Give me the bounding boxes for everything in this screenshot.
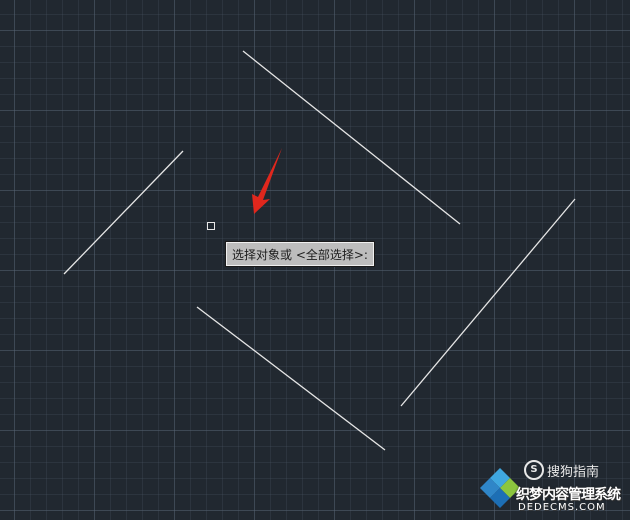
- sogou-guide-mark: S 搜狗指南: [524, 460, 599, 480]
- drawing-canvas[interactable]: 选择对象或 <全部选择>: S 搜狗指南 织梦内容管理系统 DEDECMS.CO…: [0, 0, 630, 520]
- drawing-line-left[interactable]: [63, 150, 184, 275]
- pickbox-cursor[interactable]: [207, 222, 215, 230]
- red-arrow-annotation: [252, 148, 282, 214]
- command-prompt-text: 选择对象或 <全部选择>:: [232, 247, 368, 262]
- watermark-domain: DEDECMS.COM: [518, 502, 606, 513]
- drawing-line-lower-left[interactable]: [196, 306, 386, 451]
- drawing-line-right[interactable]: [400, 198, 576, 407]
- sogou-guide-text: 搜狗指南: [547, 464, 600, 480]
- sogou-badge-icon: S: [524, 460, 544, 480]
- watermark: S 搜狗指南 织梦内容管理系统 DEDECMS.COM: [476, 458, 626, 516]
- command-prompt-tooltip: 选择对象或 <全部选择>:: [225, 241, 375, 267]
- watermark-title: 织梦内容管理系统: [516, 487, 621, 503]
- drawing-line-upper-right[interactable]: [242, 50, 461, 225]
